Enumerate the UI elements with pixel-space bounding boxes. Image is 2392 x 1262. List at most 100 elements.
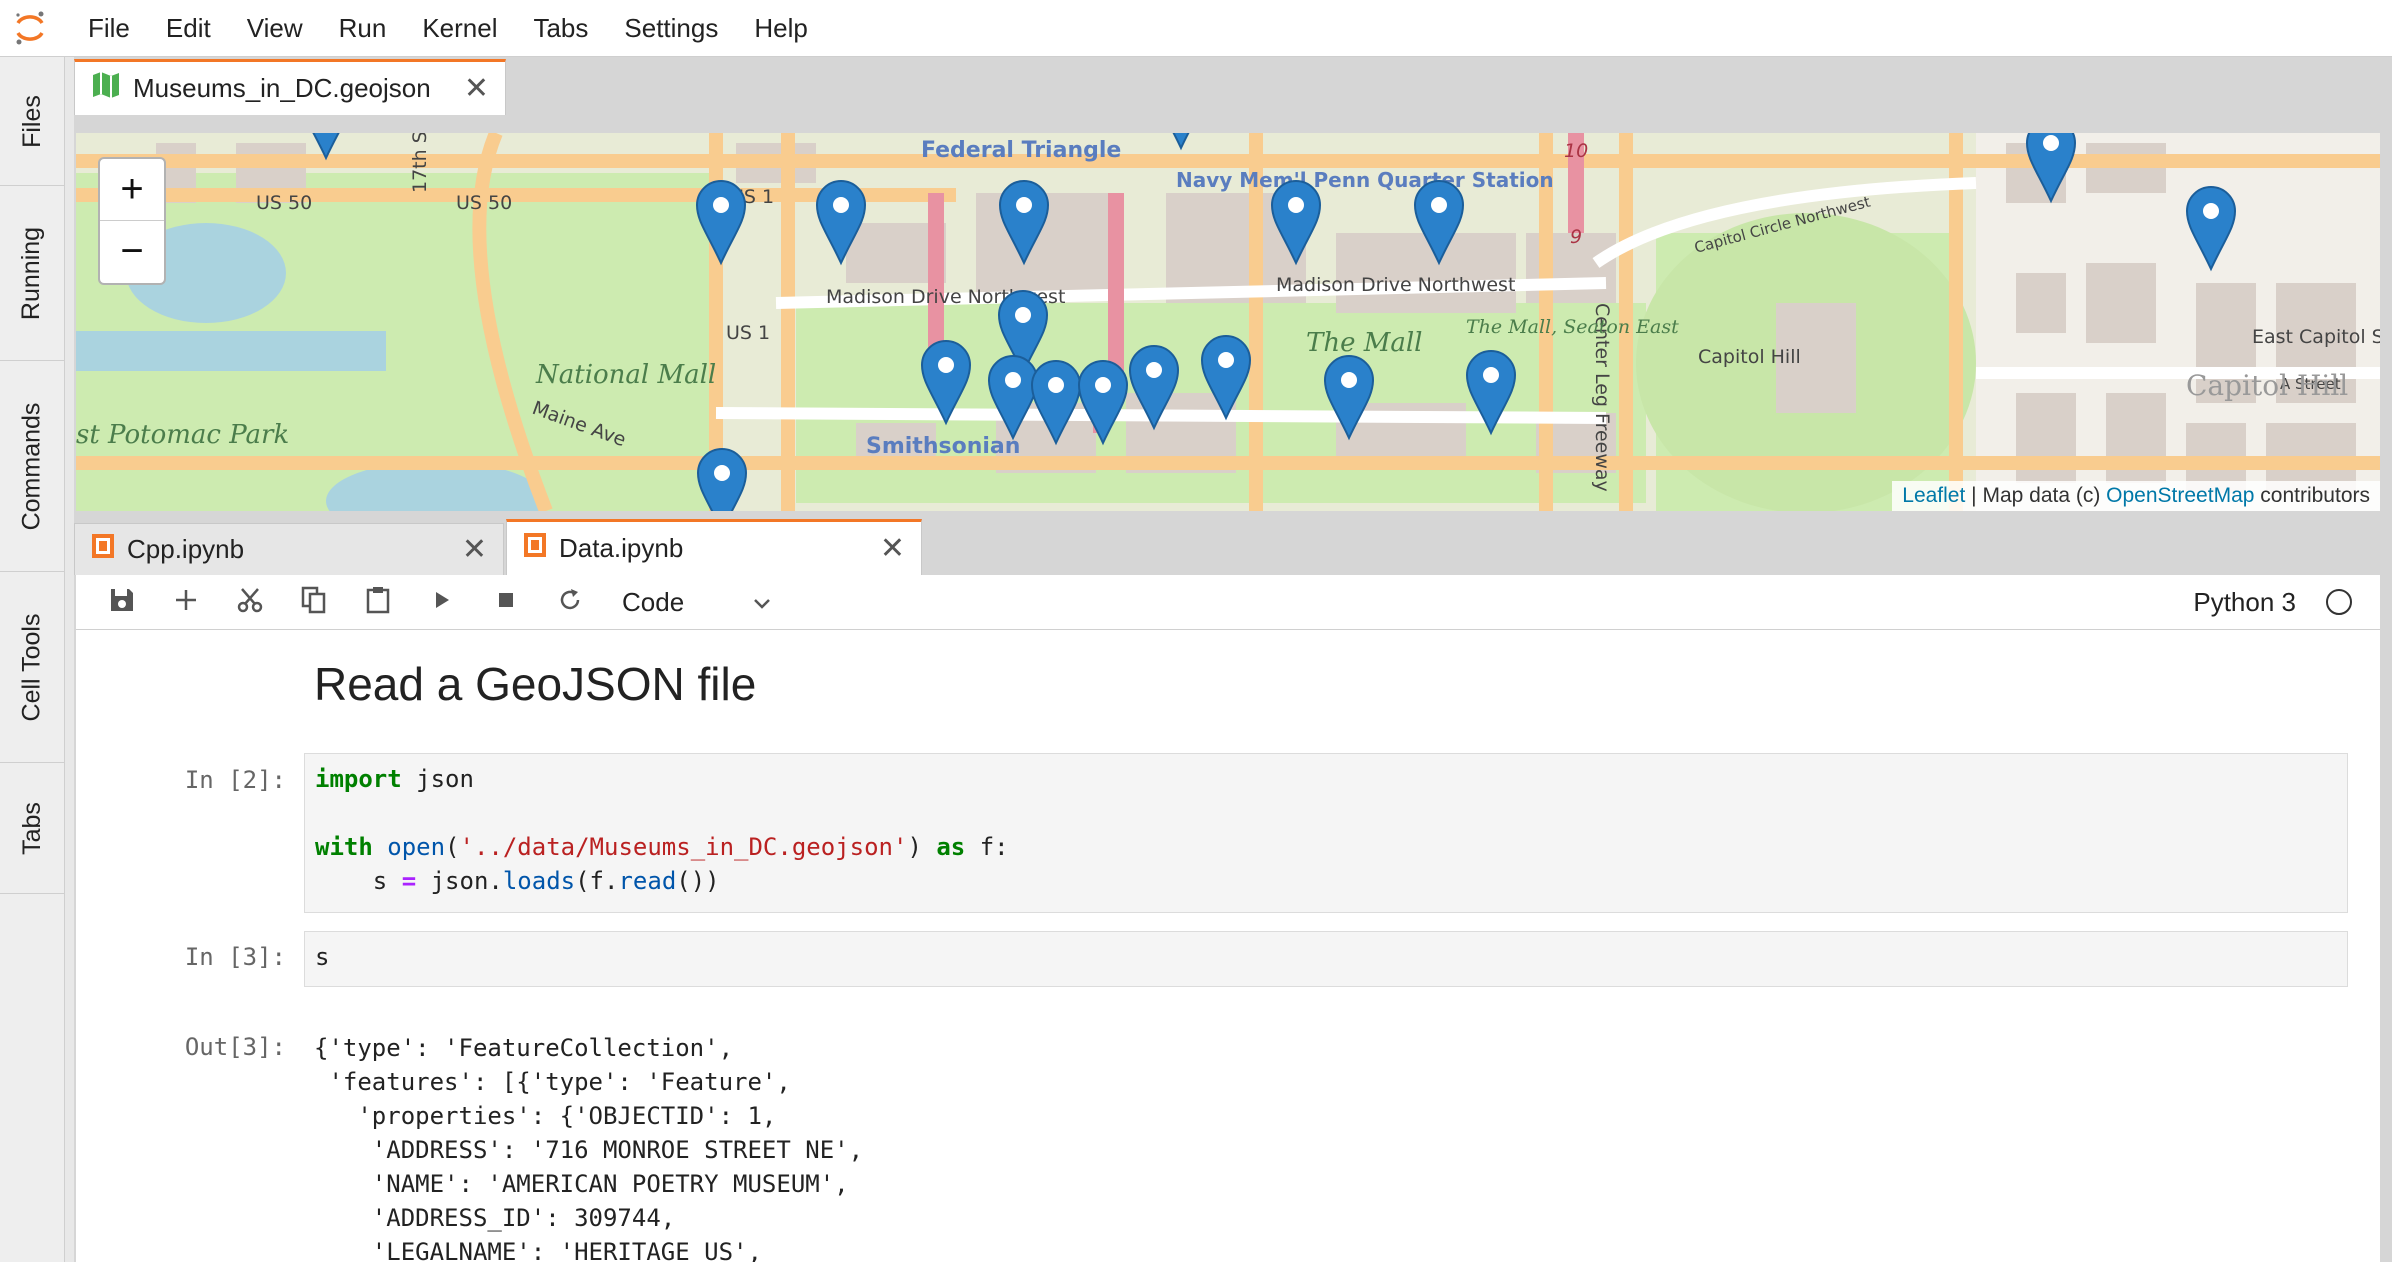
map-marker-icon[interactable] [1466,350,1516,434]
sidebar-tab-label: Cell Tools [17,613,46,721]
output-line: 'properties': {'OBJECTID': 1, [314,1102,777,1130]
notebook-toolbar: Code Python 3 [76,575,2380,630]
output-line: 'NAME': 'AMERICAN POETRY MUSEUM', [314,1170,849,1198]
save-icon [109,587,135,618]
map-marker-icon[interactable] [1031,360,1081,444]
input-prompt: In [3]: [184,943,286,971]
map-attribution: Leaflet | Map data (c) OpenStreetMap con… [1892,481,2380,511]
menu-settings[interactable]: Settings [624,13,718,44]
menu-run[interactable]: Run [339,13,387,44]
tab-geojson[interactable]: Museums_in_DC.geojson ✕ [74,59,506,115]
map-marker-icon[interactable] [988,355,1038,439]
sidebar-tab-label: Tabs [17,801,46,855]
cell-type-select[interactable]: Code [622,587,772,618]
map-marker-icon[interactable] [1324,355,1374,439]
input-prompt: In [2]: [184,766,286,794]
sidebar-tab-files[interactable]: Files [0,57,64,186]
leaflet-link[interactable]: Leaflet [1902,484,1965,507]
chevron-down-icon [752,587,772,618]
code-cell[interactable]: s [304,931,2348,987]
scissors-icon [236,586,264,619]
play-icon [432,589,452,616]
save-button[interactable] [90,575,154,629]
cell-output: {'type': 'FeatureCollection', 'features'… [314,1031,863,1262]
cell-source: s [315,943,330,971]
code-cell[interactable]: import json with open('../data/Museums_i… [304,753,2348,913]
notebook-content: Read a GeoJSON file In [2]: import json … [76,631,2380,1262]
map-marker-icon[interactable] [1156,133,1206,149]
output-prompt: Out[3]: [184,1033,286,1061]
notebook-icon [523,532,547,565]
insert-cell-button[interactable] [154,575,218,629]
map-marker-icon[interactable] [2186,186,2236,270]
openstreetmap-link[interactable]: OpenStreetMap [2106,484,2254,507]
output-line: 'ADDRESS': '716 MONROE STREET NE', [314,1136,864,1164]
output-line: 'features': [{'type': 'Feature', [314,1068,791,1096]
interrupt-button[interactable] [474,575,538,629]
close-icon[interactable]: ✕ [444,71,489,106]
close-icon[interactable]: ✕ [442,532,487,567]
top-tab-bar: Museums_in_DC.geojson ✕ [74,57,508,115]
zoom-in-button[interactable]: + [100,159,164,221]
menubar: File Edit View Run Kernel Tabs Settings … [0,0,2392,57]
map-marker-icon[interactable] [816,180,866,264]
map-marker-icon[interactable] [1414,180,1464,264]
sidebar-tab-label: Commands [17,402,46,530]
sidebar-tab-label: Files [17,94,46,148]
paste-button[interactable] [346,575,410,629]
main-dock-area: Museums_in_DC.geojson ✕ US 50 US 50 US 1… [74,57,2392,1262]
cut-button[interactable] [218,575,282,629]
map-marker-icon[interactable] [921,340,971,424]
zoom-out-button[interactable]: − [100,221,164,282]
plus-icon [173,587,199,618]
map-marker-icon[interactable] [1201,335,1251,419]
notebook-panel: Code Python 3 Read a GeoJSON file In [2]… [76,575,2380,1262]
run-button[interactable] [410,575,474,629]
sidebar-tab-cell-tools[interactable]: Cell Tools [0,572,64,763]
menu-help[interactable]: Help [754,13,807,44]
menu-file[interactable]: File [88,13,130,44]
menu-tabs[interactable]: Tabs [533,13,588,44]
attribution-text: | Map data (c) [1965,484,2107,507]
markdown-heading: Read a GeoJSON file [314,658,757,710]
menu-edit[interactable]: Edit [166,13,211,44]
map-marker-icon[interactable] [1129,345,1179,429]
refresh-icon [557,587,583,618]
map-marker-icon[interactable] [999,180,1049,264]
copy-icon [301,586,327,619]
notebook-icon [91,533,115,566]
sidebar-tab-tabs[interactable]: Tabs [0,763,64,894]
clipboard-icon [365,586,391,619]
bottom-tab-bar: Cpp.ipynb ✕ Data.ipynb ✕ [74,517,924,575]
map-marker-icon[interactable] [697,448,747,511]
map-marker-icon[interactable] [696,180,746,264]
attribution-suffix: contributors [2254,484,2370,507]
sidebar-tab-label: Running [17,226,46,320]
map-marker-icon[interactable] [1078,360,1128,444]
output-line: 'ADDRESS_ID': 309744, [314,1204,676,1232]
jupyter-logo-icon [0,0,60,56]
output-line: 'LEGALNAME': 'HERITAGE US', [314,1238,762,1262]
tab-title: Data.ipynb [559,533,684,563]
zoom-control: + − [98,157,166,285]
map-marker-icon[interactable] [1271,180,1321,264]
sidebar-tab-commands[interactable]: Commands [0,361,64,572]
sidebar-tab-running[interactable]: Running [0,186,64,361]
output-line: {'type': 'FeatureCollection', [314,1034,734,1062]
map-marker-icon[interactable] [301,133,351,159]
tab-title: Museums_in_DC.geojson [133,73,431,103]
copy-button[interactable] [282,575,346,629]
cell-type-value: Code [622,586,685,617]
kernel-status-icon [2326,589,2352,615]
menu-view[interactable]: View [247,13,303,44]
tab-cpp-notebook[interactable]: Cpp.ipynb ✕ [74,523,504,575]
restart-button[interactable] [538,575,602,629]
map-marker-icon[interactable] [2026,133,2076,202]
close-icon[interactable]: ✕ [860,531,905,566]
map-file-icon [91,70,121,107]
map-view[interactable]: US 50 US 50 US 1 US 1 Madison Drive Nort… [76,133,2380,511]
tab-title: Cpp.ipynb [127,534,245,564]
tab-data-notebook[interactable]: Data.ipynb ✕ [506,519,922,575]
menu-kernel[interactable]: Kernel [422,13,497,44]
kernel-name[interactable]: Python 3 [2193,587,2296,618]
